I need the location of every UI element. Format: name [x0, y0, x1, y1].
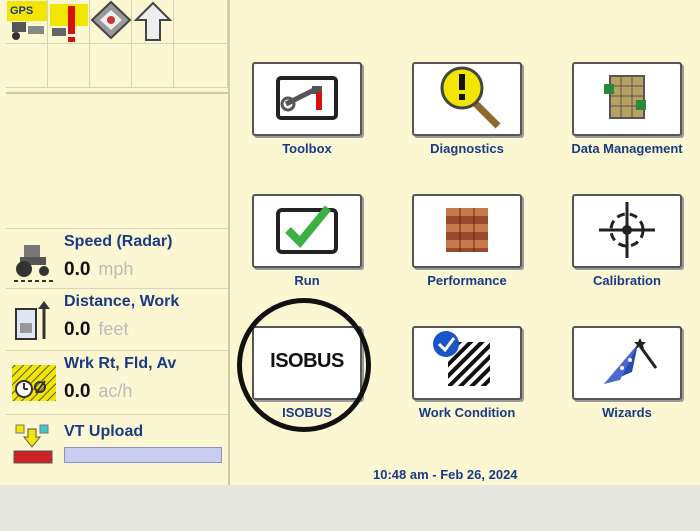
- highlight-circle: [237, 298, 371, 432]
- menu-wizards-button[interactable]: [572, 326, 682, 400]
- implement-diamond-icon: [90, 0, 132, 40]
- gps-status-cell[interactable]: GPS: [6, 0, 48, 44]
- tractor-speed-icon: [14, 245, 54, 282]
- menu-work-condition-button[interactable]: [412, 326, 522, 400]
- gauge-unit: ac/h: [98, 381, 133, 401]
- gauge-value: 0.0 mph: [64, 259, 133, 281]
- menu-label: Calibration: [593, 273, 661, 288]
- gauge-work-rate[interactable]: Wrk Rt, Fld, Av 0.0 ac/h: [6, 350, 228, 410]
- gauge-number: 0.0: [64, 381, 91, 402]
- toolbox-icon: [276, 76, 338, 120]
- status-grid: GPS: [6, 0, 228, 94]
- gauge-label: Distance, Work: [64, 293, 180, 310]
- vt-upload-label: VT Upload: [64, 423, 144, 440]
- distance-icon: [15, 301, 50, 340]
- work-condition-icon: [433, 331, 490, 386]
- gps-icon: GPS: [7, 1, 47, 40]
- gauge-unit: mph: [98, 259, 134, 279]
- data-management-icon: [604, 75, 646, 119]
- calibration-crosshair-icon: [599, 202, 655, 258]
- menu-label: Toolbox: [282, 141, 332, 156]
- status-cell-empty[interactable]: [174, 44, 228, 88]
- status-cell-empty[interactable]: [48, 44, 90, 88]
- gauge-number: 0.0: [64, 319, 91, 340]
- menu-label: Run: [294, 273, 320, 288]
- work-rate-icon: [12, 365, 56, 401]
- menu-performance-button[interactable]: [412, 194, 522, 268]
- bottom-bar: [0, 485, 700, 531]
- diagnostics-icon: [440, 66, 501, 129]
- gps-label: GPS: [10, 5, 33, 17]
- datetime-display: 10:48 am - Feb 26, 2024: [373, 467, 518, 482]
- status-cell-empty[interactable]: [90, 44, 132, 88]
- menu-label: Wizards: [602, 405, 652, 420]
- gauge-number: 0.0: [64, 259, 91, 280]
- status-cell-empty[interactable]: [132, 44, 174, 88]
- menu-label: Performance: [427, 273, 507, 288]
- up-arrow-icon: [133, 1, 173, 41]
- menu-run-button[interactable]: [252, 194, 362, 268]
- menu-data-management-button[interactable]: [572, 62, 682, 136]
- wizard-hat-icon: [604, 338, 658, 384]
- arrow-status-cell[interactable]: [132, 0, 174, 44]
- menu-diagnostics-button[interactable]: [412, 62, 522, 136]
- vt-upload[interactable]: VT Upload: [6, 414, 228, 474]
- warning-icon: [50, 4, 88, 42]
- gauge-speed[interactable]: Speed (Radar) 0.0 mph: [6, 228, 228, 288]
- menu-label: Data Management: [571, 141, 683, 156]
- gauge-label: Speed (Radar): [64, 233, 173, 250]
- gauge-label: Wrk Rt, Fld, Av: [64, 355, 177, 372]
- gauge-unit: feet: [98, 319, 129, 339]
- gauge-distance[interactable]: Distance, Work 0.0 feet: [6, 288, 228, 348]
- implement-status-cell[interactable]: [90, 0, 132, 44]
- status-cell-empty[interactable]: [6, 44, 48, 88]
- menu-toolbox-button[interactable]: [252, 62, 362, 136]
- status-cell-empty[interactable]: [174, 0, 228, 44]
- menu-label: Work Condition: [418, 405, 516, 420]
- gauge-value: 0.0 feet: [64, 319, 128, 341]
- vt-upload-progress-bar: [64, 447, 222, 463]
- menu-calibration-button[interactable]: [572, 194, 682, 268]
- menu-label: Diagnostics: [430, 141, 504, 156]
- gauge-value: 0.0 ac/h: [64, 381, 132, 403]
- warning-status-cell[interactable]: [48, 0, 90, 44]
- vt-upload-icon: [13, 424, 53, 464]
- left-panel: GPS Speed (Radar) 0.0 mph Distance, Work…: [6, 0, 230, 485]
- performance-icon: [446, 208, 488, 252]
- run-checkmark-icon: [276, 205, 338, 254]
